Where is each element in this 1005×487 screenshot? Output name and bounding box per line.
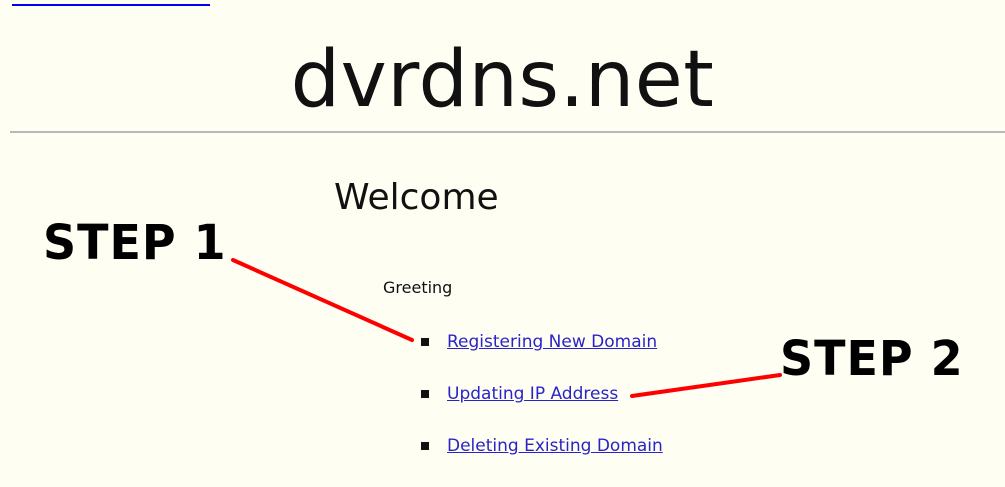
annotation-lines — [231, 258, 782, 398]
step-1-pointer-line — [231, 258, 414, 342]
step-2-pointer-line — [630, 373, 782, 398]
